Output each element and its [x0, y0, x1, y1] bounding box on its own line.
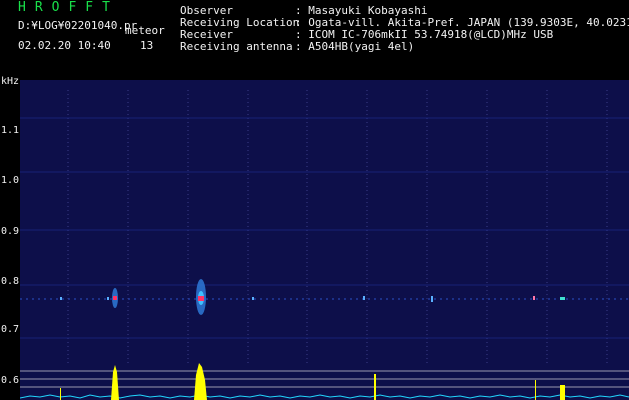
datetime-label: 02.02.20 10:40 [18, 39, 111, 52]
count-label: 13 [140, 39, 154, 52]
y-tick-0-6: 0.6 [1, 375, 20, 386]
unit-label: kHz [1, 76, 20, 87]
mode-label: meteor [125, 24, 165, 37]
antenna-value: : A504HB(yagi 4el) [295, 40, 415, 53]
log-file-path: D:¥LOG¥02201040.pr [18, 19, 138, 32]
y-tick-0-9: 0.9 [1, 226, 20, 237]
y-tick-0-7: 0.7 [1, 324, 20, 335]
header-panel: HROFFT D:¥LOG¥02201040.pr meteor 02.02.2… [0, 0, 629, 72]
spectrogram-plot [20, 80, 629, 400]
antenna-label: Receiving antenna [180, 40, 293, 53]
y-tick-1-1: 1.1 [1, 125, 20, 136]
y-tick-0-8: 0.8 [1, 276, 20, 287]
app-title: HROFFT [18, 0, 119, 15]
y-tick-1-0: 1.0 [1, 175, 20, 186]
spectrogram-canvas [20, 90, 629, 400]
